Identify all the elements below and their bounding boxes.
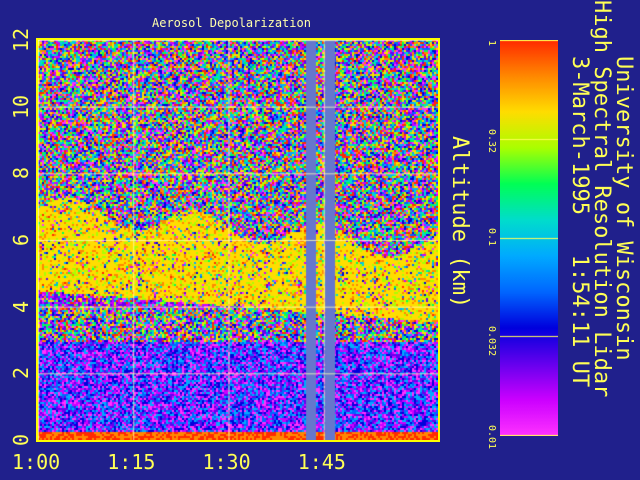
colorbar <box>500 40 558 436</box>
colorbar-tick-label: 0.1 <box>486 228 497 247</box>
y-tick-label: 2 <box>9 367 33 380</box>
x-tick-label: 1:30 <box>202 450 251 474</box>
y-tick-label: 6 <box>9 233 33 247</box>
x-tick-label: 1:15 <box>107 450 156 474</box>
header-instrument: High Spectral Resolution Lidar <box>589 0 614 398</box>
y-tick-label: 4 <box>9 300 33 313</box>
x-tick-label: 1:00 <box>12 450 61 474</box>
plot-frame <box>36 38 440 442</box>
header-date-time: 3-March-1995 1:54:11 UT <box>567 56 592 388</box>
y-tick-label: 8 <box>9 167 33 180</box>
colorbar-tick-label: 0.32 <box>486 129 497 154</box>
y-tick-label: 10 <box>9 94 33 119</box>
lidar-figure: Aerosol Depolarization 0 2 4 6 8 10 12 1:00 1:1… <box>0 0 640 480</box>
y-axis-label: Altitude (km) <box>447 136 472 309</box>
colorbar-tick-label: 0.032 <box>486 326 497 357</box>
colorbar-tick-label: 1 <box>486 40 497 47</box>
y-tick-label: 12 <box>9 27 33 53</box>
chart-title: Aerosol Depolarization <box>152 16 311 30</box>
colorbar-tick-label: 0.01 <box>486 425 497 450</box>
x-tick-label: 1:45 <box>297 450 346 474</box>
header-org: University of Wisconsin <box>611 56 636 361</box>
